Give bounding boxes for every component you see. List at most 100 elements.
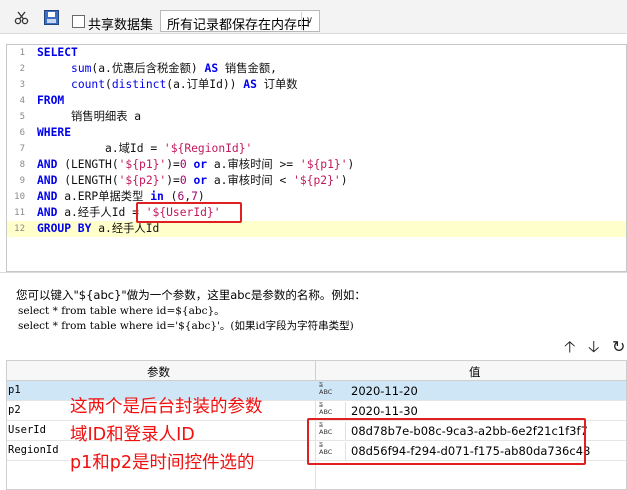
code-text: count(distinct(a.订单Id)) AS 订单数 bbox=[37, 77, 298, 93]
code-token: AS bbox=[204, 62, 219, 75]
line-number: 10 bbox=[14, 192, 25, 202]
code-text: FROM bbox=[37, 93, 64, 109]
line-number: 4 bbox=[19, 96, 25, 106]
code-token: AND bbox=[37, 190, 58, 203]
code-token: sum bbox=[71, 62, 92, 75]
userid-highlight-box bbox=[136, 202, 242, 223]
code-token: (a.订单Id)) bbox=[166, 78, 244, 91]
code-token: (LENGTH( bbox=[57, 174, 119, 187]
code-token: ) bbox=[347, 158, 355, 171]
code-token: AND bbox=[37, 158, 58, 171]
annotation-line: 这两个是后台封装的参数 bbox=[70, 397, 263, 417]
code-token: (a.优惠后含税金额) bbox=[91, 62, 205, 75]
code-token: a.经手人Id = bbox=[57, 206, 146, 219]
param-name: UserId bbox=[8, 424, 46, 436]
hint-line-2: select * from table where id=${abc}。 bbox=[18, 305, 225, 317]
code-token: AS bbox=[243, 78, 257, 91]
code-line[interactable]: 5 销售明细表 a bbox=[7, 109, 626, 125]
code-token: )= bbox=[166, 174, 180, 187]
toolbar: 共享数据集 所有记录都保存在内存中 ∨ bbox=[0, 0, 627, 34]
code-token: '${p2}' bbox=[293, 174, 341, 187]
arrow-up-icon[interactable]: 🡡 bbox=[564, 337, 576, 357]
code-line[interactable]: 11 AND a.经手人Id = '${UserId}' bbox=[7, 205, 626, 221]
code-text: sum(a.优惠后含税金额) AS 销售金额, bbox=[37, 61, 277, 77]
line-number: 1 bbox=[19, 48, 25, 58]
parameter-toolbar: 🡡 🡣 ↻ bbox=[0, 334, 627, 360]
code-token: 订单数 bbox=[256, 78, 298, 91]
code-token: 销售明细表 a bbox=[37, 110, 142, 123]
code-line[interactable]: 1 SELECT bbox=[7, 45, 626, 61]
line-number: 5 bbox=[19, 112, 25, 122]
sql-editor[interactable]: 1 SELECT 2 sum(a.优惠后含税金额) AS 销售金额, 3 count(… bbox=[6, 44, 627, 272]
code-token: a.审核时间 < bbox=[207, 174, 294, 187]
code-token: a.域Id = bbox=[37, 142, 164, 155]
code-text: AND (LENGTH('${p2}')=0 or a.审核时间 < '${p2… bbox=[37, 173, 348, 189]
code-token: FROM bbox=[37, 94, 65, 107]
code-token: 0 bbox=[179, 174, 187, 187]
line-number: 8 bbox=[19, 160, 25, 170]
line-number: 2 bbox=[19, 64, 25, 74]
table-header: 参数 值 bbox=[7, 361, 626, 381]
parameter-hint: 您可以键入"${abc}"做为一个参数，这里abc是参数的名称。例如： sele… bbox=[0, 272, 627, 334]
line-number: 7 bbox=[19, 144, 25, 154]
storage-mode-value: 所有记录都保存在内存中 bbox=[167, 18, 311, 33]
code-token: or bbox=[193, 158, 208, 171]
param-name: RegionId bbox=[8, 444, 59, 456]
annotation-line: 域ID和登录人ID bbox=[70, 425, 195, 445]
chevron-down-icon[interactable]: ∨ bbox=[301, 12, 317, 30]
code-token: ( bbox=[105, 78, 112, 91]
hint-line-3: select * from table where id='${abc}'。(如… bbox=[18, 320, 354, 332]
header-value: 值 bbox=[469, 365, 481, 379]
param-name: p1 bbox=[8, 384, 21, 396]
code-token: '${p1}' bbox=[299, 158, 348, 171]
code-line[interactable]: 6 WHERE bbox=[7, 125, 626, 141]
share-dataset-label: 共享数据集 bbox=[88, 18, 154, 33]
code-line[interactable]: 9 AND (LENGTH('${p2}')=0 or a.审核时间 < '${p… bbox=[7, 173, 626, 189]
code-token: AND bbox=[37, 174, 58, 187]
save-icon[interactable] bbox=[44, 10, 59, 25]
header-param: 参数 bbox=[147, 365, 170, 379]
share-dataset-checkbox[interactable] bbox=[72, 15, 85, 28]
abc-type-icon[interactable]: a̅ ABC bbox=[319, 382, 339, 400]
code-line[interactable]: 4 FROM bbox=[7, 93, 626, 109]
code-text: AND (LENGTH('${p1}')=0 or a.审核时间 >= '${p… bbox=[37, 157, 354, 173]
storage-mode-select[interactable]: 所有记录都保存在内存中 ∨ bbox=[160, 10, 320, 33]
code-line[interactable]: 3 count(distinct(a.订单Id)) AS 订单数 bbox=[7, 77, 626, 93]
code-text: a.域Id = '${RegionId}' bbox=[37, 141, 252, 157]
annotation-line: p1和p2是时间控件选的 bbox=[70, 453, 255, 473]
code-token: AND bbox=[37, 206, 58, 219]
line-number: 12 bbox=[14, 224, 25, 234]
code-line[interactable]: 10 AND a.ERP单据类型 in (6,7) bbox=[7, 189, 626, 205]
arrow-down-icon[interactable]: 🡣 bbox=[588, 337, 600, 357]
code-token: distinct bbox=[111, 78, 167, 91]
code-token: SELECT bbox=[37, 46, 78, 59]
param-name: p2 bbox=[8, 404, 21, 416]
code-token: GROUP BY bbox=[37, 222, 92, 235]
code-text: GROUP BY a.经手人Id bbox=[37, 221, 159, 237]
code-token: 销售金额, bbox=[218, 62, 277, 75]
code-token: )= bbox=[166, 158, 180, 171]
code-token: count bbox=[71, 78, 106, 91]
code-text: WHERE bbox=[37, 125, 71, 141]
code-line[interactable]: 12 GROUP BY a.经手人Id bbox=[7, 221, 626, 237]
param-value-input[interactable]: 2020-11-20 bbox=[345, 382, 626, 400]
code-token: '${p2}' bbox=[118, 174, 167, 187]
code-token: a.ERP单据类型 bbox=[57, 190, 151, 203]
code-line[interactable]: 7 a.域Id = '${RegionId}' bbox=[7, 141, 626, 157]
code-token: (LENGTH( bbox=[57, 158, 119, 171]
code-text: SELECT bbox=[37, 45, 78, 61]
code-line[interactable]: 8 AND (LENGTH('${p1}')=0 or a.审核时间 >= '${… bbox=[7, 157, 626, 173]
code-token: a.经手人Id bbox=[91, 222, 160, 235]
scissors-icon[interactable] bbox=[14, 11, 30, 25]
code-line[interactable]: 2 sum(a.优惠后含税金额) AS 销售金额, bbox=[7, 61, 626, 77]
line-number: 11 bbox=[14, 208, 25, 218]
code-token: ) bbox=[340, 174, 348, 187]
code-token: 0 bbox=[179, 158, 187, 171]
line-number: 3 bbox=[19, 80, 25, 90]
refresh-icon[interactable]: ↻ bbox=[612, 337, 625, 357]
hint-line-1: 您可以键入"${abc}"做为一个参数，这里abc是参数的名称。例如： bbox=[16, 288, 366, 302]
code-token: '${p1}' bbox=[118, 158, 167, 171]
params-highlight-box bbox=[307, 418, 586, 465]
